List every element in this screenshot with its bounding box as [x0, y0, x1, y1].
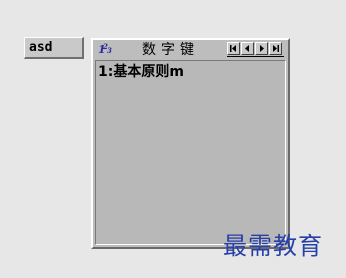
next-page-icon [260, 45, 264, 52]
next-page-button[interactable] [255, 42, 268, 55]
first-page-icon [230, 45, 236, 52]
svg-text:3: 3 [107, 46, 112, 55]
candidate-item[interactable]: 1:基本原则m [98, 64, 184, 81]
watermark-text: 最需教育 [223, 232, 323, 260]
last-page-button[interactable] [269, 42, 282, 55]
composition-box: asd [24, 37, 84, 59]
first-page-button[interactable] [227, 42, 240, 55]
page-nav [227, 42, 283, 57]
nav-underline [227, 56, 284, 57]
candidate-window: 1 2 3 数字键 1:基本原则m [91, 38, 290, 249]
ime-logo-icon: 1 2 3 [98, 41, 114, 57]
candidate-list: 1:基本原则m [95, 60, 286, 245]
candidate-title-bar[interactable]: 1 2 3 数字键 [95, 40, 286, 60]
prev-page-button[interactable] [241, 42, 254, 55]
candidate-window-title: 数字键 [142, 42, 199, 58]
last-page-icon [273, 45, 279, 52]
prev-page-icon [245, 45, 249, 52]
